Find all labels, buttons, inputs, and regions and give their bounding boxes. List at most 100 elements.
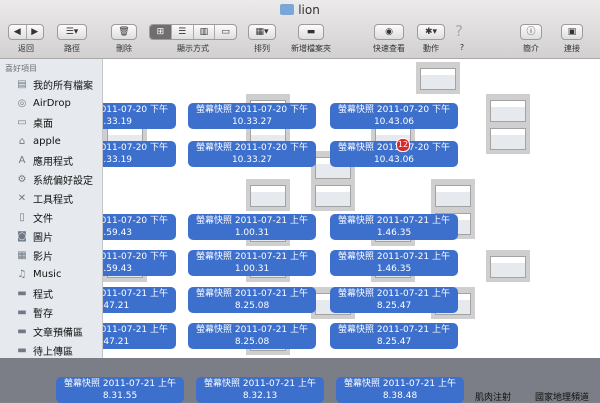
file-label[interactable]: 螢幕快照 2011-07-20 下午 10.33.19 [103, 103, 176, 129]
help-icon[interactable]: ? [455, 22, 463, 40]
action-label: 動作 [423, 44, 439, 53]
file-thumbnail[interactable] [311, 179, 355, 211]
file-name-line1: 螢幕快照 2011-07-21 上午 [337, 289, 451, 299]
arrange-icon: ▦▾ [255, 27, 269, 37]
dock-file-label[interactable]: 螢幕快照 2011-07-21 上午 8.32.13 [196, 377, 324, 403]
back-arrow-icon[interactable]: ◀ [9, 25, 27, 39]
arrange-button[interactable]: ▦▾ [248, 24, 276, 40]
file-name-line2: 8.31.55 [102, 391, 138, 401]
file-thumbnail[interactable] [246, 179, 290, 211]
folder-icon: ▬ [17, 345, 27, 356]
file-label[interactable]: 螢幕快照 2011-07-20 下午 10.33.27 [188, 103, 316, 129]
view-label: 顯示方式 [177, 44, 209, 53]
file-label[interactable]: 螢幕快照 2011-07-21 上午 8.25.08 [188, 323, 316, 349]
file-thumbnail[interactable] [416, 62, 460, 94]
sidebar-item[interactable]: ◎ AirDrop [0, 94, 102, 113]
file-label[interactable]: 螢幕快照 2011-07-20 下午 10.59.43 [103, 214, 176, 240]
file-name-line1: 螢幕快照 2011-07-20 下午 [337, 105, 451, 115]
file-name-line2: 8.25.47 [376, 337, 412, 347]
file-label[interactable]: 螢幕快照 2011-07-21 上午 1.46.35 [330, 214, 458, 240]
dock-file-label[interactable]: 螢幕快照 2011-07-21 上午 8.31.55 [56, 377, 184, 403]
file-label[interactable]: 螢幕快照 2011-07-21 上午 1.47.21 [103, 323, 176, 349]
airdrop-icon: ◎ [17, 98, 27, 109]
window-title: lion [0, 3, 600, 17]
file-label[interactable]: 螢幕快照 2011-07-21 上午 8.25.47 [330, 323, 458, 349]
file-name-line2: 10.43.06 [373, 117, 415, 127]
finder-window: lion ◀ ▶ 返回 ☰▾ 路徑 🗑 刪除 ⊞ ☰ ▥ ▭ 顯示方式 ▦▾ 排列 ▬ … [0, 0, 600, 358]
sidebar-item[interactable]: ♫ Music [0, 265, 102, 284]
file-label[interactable]: 螢幕快照 2011-07-21 上午 1.00.31 [188, 250, 316, 276]
connect-button[interactable]: ▣ [561, 24, 583, 40]
file-name-line1: 螢幕快照 2011-07-21 上午 [337, 325, 451, 335]
file-thumbnail[interactable] [486, 250, 530, 282]
file-name-line2: 1.00.31 [234, 228, 270, 238]
back-label: 返回 [18, 44, 34, 53]
gear-icon: ✱▾ [424, 27, 438, 37]
sidebar-item-label: 暫存 [33, 309, 53, 320]
file-thumbnail[interactable] [486, 122, 530, 154]
file-name-line2: 8.25.08 [234, 337, 270, 347]
trash-icon: 🗑 [118, 27, 130, 37]
new-folder-button[interactable]: ▬ [298, 24, 324, 40]
sidebar-item[interactable]: ⌂ apple [0, 132, 102, 151]
sidebar-item[interactable]: ▬ 程式 [0, 284, 102, 303]
file-name-line2: 1.46.35 [376, 264, 412, 274]
sidebar-item[interactable]: ⚙ 系統偏好設定 [0, 170, 102, 189]
forward-arrow-icon[interactable]: ▶ [27, 25, 44, 39]
delete-button[interactable]: 🗑 [111, 24, 137, 40]
file-label[interactable]: 螢幕快照 2011-07-21 上午 1.00.31 [188, 214, 316, 240]
file-name-line1: 螢幕快照 2011-07-20 下午 [195, 143, 309, 153]
dock-app-muscle-injection[interactable]: 肌肉注射 [475, 390, 511, 403]
quick-look-label: 快速查看 [373, 44, 405, 53]
column-view-icon[interactable]: ▥ [194, 25, 216, 39]
file-name-line2: 10.43.06 [373, 155, 415, 165]
system-preferences-icon: ⚙ [17, 174, 27, 185]
info-label: 簡介 [523, 44, 539, 53]
file-label[interactable]: 螢幕快照 2011-07-20 下午 10.33.19 [103, 141, 176, 167]
sidebar-item[interactable]: ▬ 暫存 [0, 303, 102, 322]
file-label[interactable]: 螢幕快照 2011-07-20 下午 10.59.43 [103, 250, 176, 276]
file-name-line1: 螢幕快照 2011-07-21 上午 [103, 325, 169, 335]
quick-look-button[interactable]: ◉ [374, 24, 404, 40]
info-button[interactable]: ⓘ [520, 24, 542, 40]
dock-app-national-geographic[interactable]: 國家地理頻道 [535, 390, 589, 403]
file-name-line2: 8.25.08 [234, 301, 270, 311]
sidebar-item-label: 圖片 [33, 233, 53, 244]
file-label[interactable]: 螢幕快照 2011-07-20 下午 10.33.27 [188, 141, 316, 167]
sidebar-item[interactable]: ◙ 圖片 [0, 227, 102, 246]
view-mode-buttons[interactable]: ⊞ ☰ ▥ ▭ [149, 24, 237, 40]
toolbar: lion ◀ ▶ 返回 ☰▾ 路徑 🗑 刪除 ⊞ ☰ ▥ ▭ 顯示方式 ▦▾ 排列 ▬ … [0, 0, 600, 59]
file-name-line1: 螢幕快照 2011-07-21 上午 [343, 379, 457, 389]
documents-icon: ▯ [19, 212, 25, 223]
folder-icon: ▬ [17, 307, 27, 318]
icon-view-icon[interactable]: ⊞ [150, 25, 172, 39]
sidebar-item[interactable]: ▬ 待上傳區 [0, 341, 102, 358]
sidebar-item[interactable]: ▬ 文章預備區 [0, 322, 102, 341]
file-name-line2: 10.33.27 [231, 117, 273, 127]
list-view-icon[interactable]: ☰ [172, 25, 194, 39]
file-label[interactable]: 螢幕快照 2011-07-21 上午 1.46.35 [330, 250, 458, 276]
action-button[interactable]: ✱▾ [417, 24, 445, 40]
file-name-line2: 1.46.35 [376, 228, 412, 238]
back-forward-buttons[interactable]: ◀ ▶ [8, 24, 44, 40]
sidebar-item[interactable]: ✕ 工具程式 [0, 189, 102, 208]
dock-file-label[interactable]: 螢幕快照 2011-07-21 上午 8.38.48 [336, 377, 464, 403]
file-name-line2: 10.33.27 [231, 155, 273, 165]
file-name-line2: 10.33.19 [103, 117, 133, 127]
sidebar: 喜好項目 ▤ 我的所有檔案 ◎ AirDrop ▭ 桌面 ⌂ apple A 應用程式 ⚙ 系統偏好設… [0, 59, 103, 358]
file-label[interactable]: 螢幕快照 2011-07-20 下午 10.43.06 [330, 141, 458, 167]
folder-icon: ▬ [17, 326, 27, 337]
file-label[interactable]: 螢幕快照 2011-07-20 下午 10.43.06 [330, 103, 458, 129]
sidebar-item[interactable]: ▦ 影片 [0, 246, 102, 265]
file-label[interactable]: 螢幕快照 2011-07-21 上午 8.25.08 [188, 287, 316, 313]
coverflow-view-icon[interactable]: ▭ [215, 25, 236, 39]
path-button[interactable]: ☰▾ [57, 24, 87, 40]
sidebar-item[interactable]: ▯ 文件 [0, 208, 102, 227]
file-label[interactable]: 螢幕快照 2011-07-21 上午 8.25.47 [330, 287, 458, 313]
sidebar-item[interactable]: ▭ 桌面 [0, 113, 102, 132]
sidebar-item[interactable]: A 應用程式 [0, 151, 102, 170]
file-label[interactable]: 螢幕快照 2011-07-21 上午 1.47.21 [103, 287, 176, 313]
sidebar-item[interactable]: ▤ 我的所有檔案 [0, 75, 102, 94]
path-icon: ☰▾ [65, 27, 79, 37]
sidebar-item-label: 系統偏好設定 [33, 176, 93, 187]
